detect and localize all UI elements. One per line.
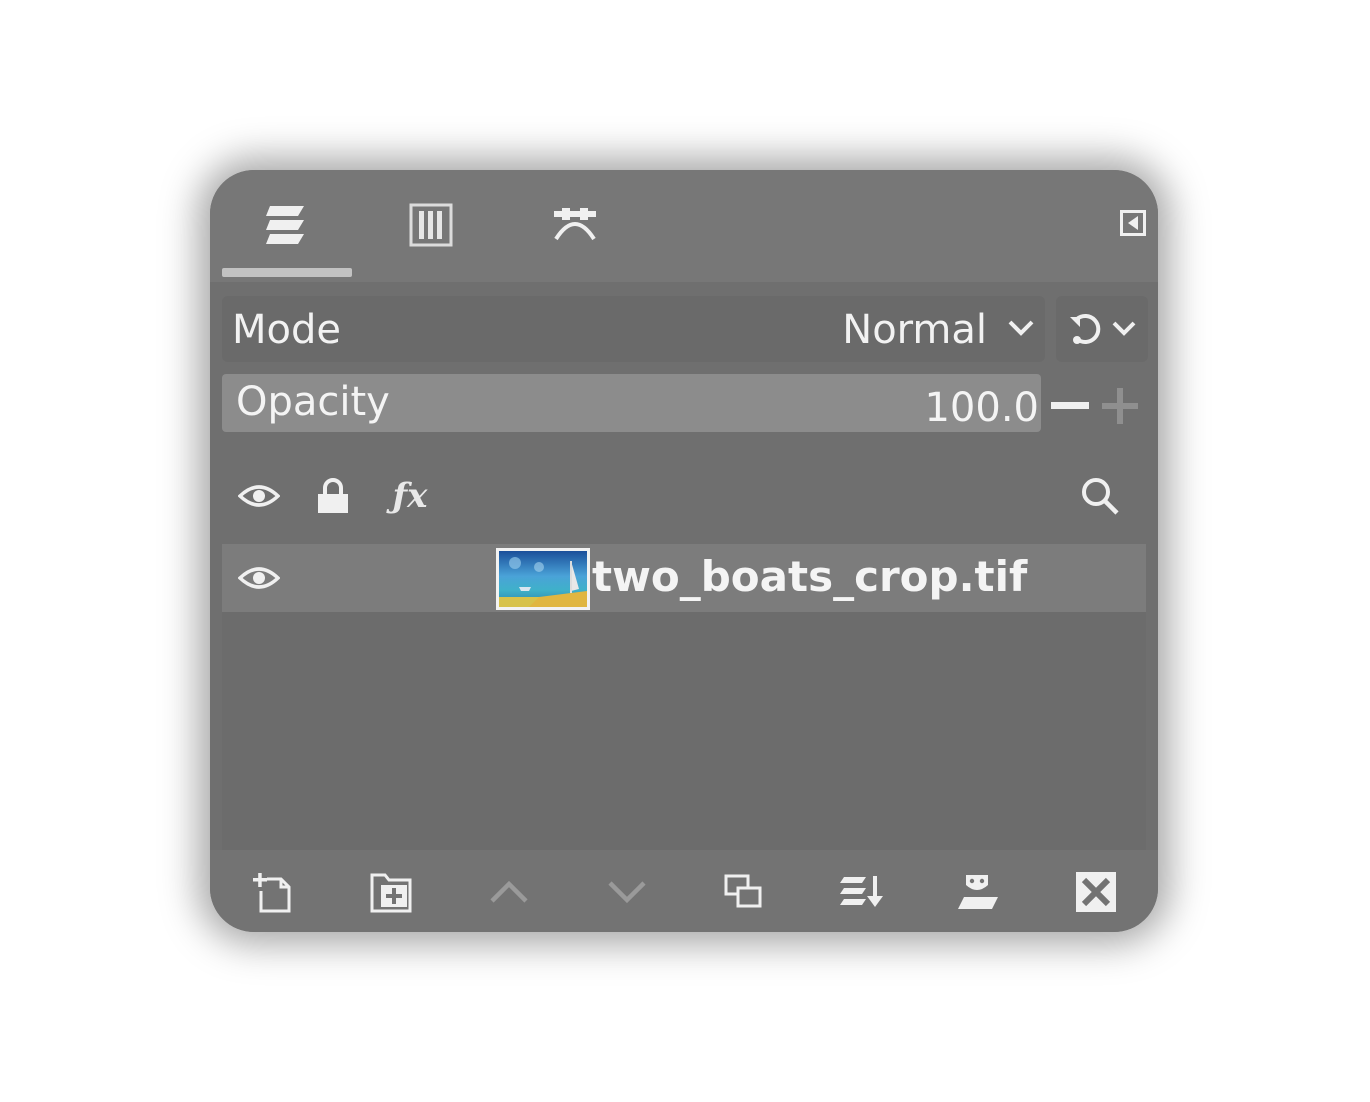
composite-mode-button[interactable] (1056, 296, 1148, 362)
new-layer-icon (253, 873, 291, 913)
lower-layer-button[interactable] (599, 864, 655, 920)
dock-tab-bar (210, 170, 1158, 282)
eye-icon (238, 485, 280, 507)
lock-icon (318, 478, 348, 513)
chevron-down-icon (608, 881, 646, 904)
mode-dropdown[interactable]: Mode Normal (222, 296, 1045, 362)
chevron-down-icon (1112, 321, 1136, 336)
add-layer-mask-button[interactable] (951, 864, 1007, 920)
eye-icon (237, 567, 281, 589)
visibility-column-header[interactable] (238, 476, 280, 516)
raise-layer-button[interactable] (481, 864, 537, 920)
mode-label: Mode (232, 307, 341, 353)
active-tab-indicator (222, 268, 352, 277)
layers-dock-panel: Mode Normal Opacity 100.0 ƒx two_boats_c… (210, 170, 1158, 932)
duplicate-layer-icon (724, 874, 762, 908)
effects-column-header[interactable]: ƒx (388, 476, 432, 516)
boats-thumbnail-image (499, 551, 587, 607)
layer-actions-bar (210, 850, 1158, 932)
reset-icon (1070, 314, 1101, 344)
duplicate-layer-button[interactable] (716, 864, 772, 920)
tab-paths[interactable] (510, 194, 640, 256)
delete-layer-icon (1076, 872, 1116, 912)
search-icon (1082, 478, 1119, 515)
minus-icon (1051, 402, 1089, 409)
mode-value: Normal (842, 307, 987, 353)
chevron-down-icon (1008, 320, 1034, 336)
layer-list-area[interactable] (222, 612, 1146, 850)
merge-layer-icon (840, 876, 883, 907)
opacity-slider[interactable]: Opacity 100.0 (222, 374, 1041, 432)
tab-layers[interactable] (222, 194, 352, 256)
opacity-increase-button[interactable] (1100, 386, 1140, 426)
layer-visibility-toggle[interactable] (237, 564, 281, 596)
tab-menu-icon (1120, 210, 1146, 236)
new-layer-button[interactable] (244, 864, 300, 920)
new-layer-group-button[interactable] (363, 864, 419, 920)
paths-icon (554, 208, 596, 241)
fx-icon: ƒx (392, 476, 428, 516)
chevron-up-icon (490, 880, 528, 903)
plus-icon (1102, 388, 1138, 424)
opacity-decrease-button[interactable] (1050, 386, 1090, 426)
opacity-label: Opacity (236, 379, 390, 425)
new-layer-group-icon (370, 873, 412, 913)
merge-layer-button[interactable] (834, 864, 890, 920)
dock-menu-button[interactable] (1118, 208, 1148, 238)
layer-thumbnail (496, 548, 590, 610)
layers-icon (266, 206, 304, 244)
delete-layer-button[interactable] (1068, 864, 1124, 920)
add-mask-icon (958, 875, 998, 909)
channels-icon (409, 203, 453, 247)
tab-channels[interactable] (366, 194, 496, 256)
opacity-value: 100.0 (924, 385, 1039, 431)
search-button[interactable] (1078, 476, 1122, 516)
layer-name: two_boats_crop.tif (592, 552, 1028, 601)
layer-row[interactable]: two_boats_crop.tif (222, 544, 1146, 612)
lock-column-header[interactable] (316, 476, 350, 516)
